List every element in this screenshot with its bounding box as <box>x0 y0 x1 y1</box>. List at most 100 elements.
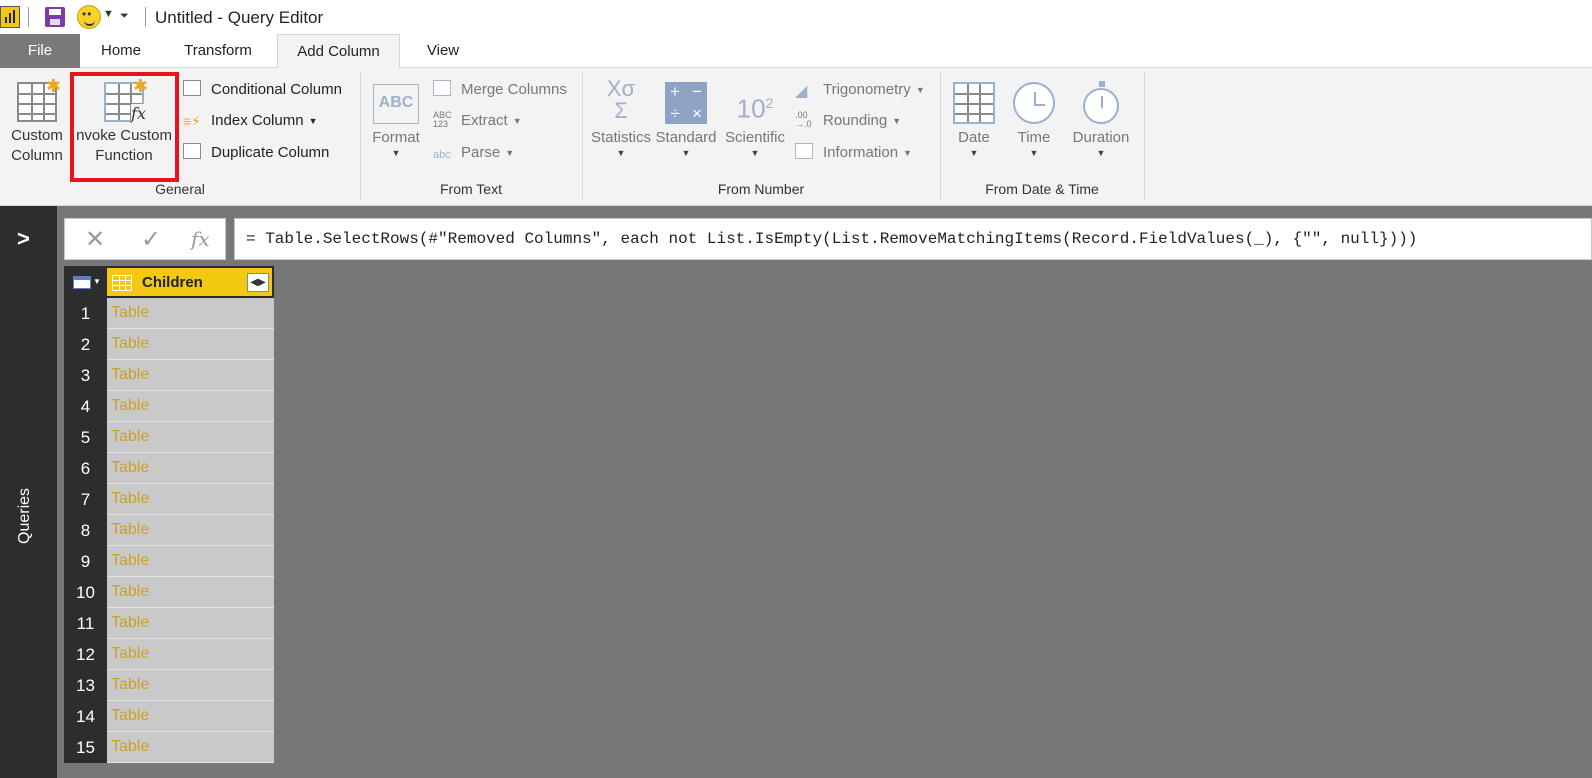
row-number[interactable]: 15 <box>64 732 107 763</box>
merge-columns-button[interactable]: Merge Columns <box>433 78 567 102</box>
conditional-column-button[interactable]: Conditional Column <box>183 78 342 102</box>
expand-queries-chevron-icon[interactable]: > <box>17 226 30 252</box>
merge-columns-label: Merge Columns <box>461 81 567 98</box>
row-number[interactable]: 5 <box>64 422 107 453</box>
trigonometry-label: Trigonometry <box>823 81 911 98</box>
chevron-down-icon: ▼ <box>1096 148 1106 158</box>
chevron-down-icon: ▼ <box>1029 148 1039 158</box>
fx-icon[interactable]: fx <box>191 227 210 251</box>
tab-file[interactable]: File <box>0 34 80 68</box>
chevron-down-icon[interactable]: ▼ <box>103 8 114 20</box>
table-row: 14 Table <box>64 701 274 732</box>
table-link-cell[interactable]: Table <box>107 639 274 670</box>
row-number[interactable]: 8 <box>64 515 107 546</box>
format-label: Format <box>372 129 420 146</box>
row-number[interactable]: 9 <box>64 546 107 577</box>
cancel-icon[interactable]: ✕ <box>85 225 105 254</box>
tab-home[interactable]: Home <box>86 34 156 68</box>
table-link-cell[interactable]: Table <box>107 298 274 329</box>
table-link-cell[interactable]: Table <box>107 422 274 453</box>
custom-column-button[interactable]: ✱ Custom Column <box>6 74 68 166</box>
row-number[interactable]: 3 <box>64 360 107 391</box>
row-number[interactable]: 6 <box>64 453 107 484</box>
chevron-down-icon: ▼ <box>681 148 691 158</box>
row-number[interactable]: 13 <box>64 670 107 701</box>
chevron-down-icon: ▼ <box>750 148 760 158</box>
standard-button[interactable]: + − ÷ × Standard ▼ <box>655 74 717 158</box>
statistics-button[interactable]: Xσ Σ Statistics ▼ <box>590 74 652 159</box>
expand-column-icon[interactable]: ◀▶ <box>247 273 269 292</box>
main-area: ✕ ✓ fx = Table.SelectRows(#"Removed Colu… <box>57 206 1592 778</box>
duplicate-column-button[interactable]: Duplicate Column <box>183 141 329 165</box>
queries-label[interactable]: Queries <box>16 488 34 544</box>
table-menu-button[interactable]: ▼ <box>64 266 107 298</box>
row-number[interactable]: 11 <box>64 608 107 639</box>
chevron-down-icon: ▼ <box>969 148 979 158</box>
index-column-icon: ≡⚡ <box>183 113 201 129</box>
duration-button[interactable]: Duration ▼ <box>1068 74 1134 158</box>
format-button[interactable]: ABC Format ▼ <box>367 74 425 158</box>
index-column-button[interactable]: ≡⚡ Index Column ▼ <box>183 109 317 133</box>
time-button[interactable]: Time ▼ <box>1008 74 1060 158</box>
table-row: 8 Table <box>64 515 274 546</box>
tab-add-column[interactable]: Add Column <box>277 34 400 69</box>
smiley-feedback-icon[interactable] <box>77 5 101 29</box>
table-link-cell[interactable]: Table <box>107 732 274 763</box>
table-icon <box>73 276 91 289</box>
table-link-cell[interactable]: Table <box>107 701 274 732</box>
table-link-cell[interactable]: Table <box>107 360 274 391</box>
formula-input[interactable]: = Table.SelectRows(#"Removed Columns", e… <box>234 218 1592 260</box>
row-number[interactable]: 14 <box>64 701 107 732</box>
table-link-cell[interactable]: Table <box>107 670 274 701</box>
column-title: Children <box>142 274 203 291</box>
tab-transform[interactable]: Transform <box>166 34 270 68</box>
custom-column-icon: ✱ <box>17 76 61 122</box>
chevron-down-icon: ▼ <box>903 148 912 159</box>
customize-toolbar-icon[interactable]: ⏷ <box>120 10 129 23</box>
group-label-general: General <box>155 181 205 197</box>
group-label-from-date-time: From Date & Time <box>985 181 1099 197</box>
rounding-button[interactable]: .00 →.0 Rounding ▼ <box>795 109 901 133</box>
duplicate-column-icon <box>183 143 205 163</box>
scientific-label: Scientific <box>724 129 786 146</box>
window-title: Untitled - Query Editor <box>155 8 324 27</box>
extract-icon: ABC 123 <box>433 110 452 129</box>
time-label: Time <box>1017 129 1051 146</box>
custom-column-label-line1: Custom <box>11 127 63 144</box>
parse-label: Parse <box>461 144 501 161</box>
chevron-down-icon: ▼ <box>505 148 515 159</box>
table-link-cell[interactable]: Table <box>107 453 274 484</box>
table-link-cell[interactable]: Table <box>107 391 274 422</box>
column-header-children[interactable]: Children ◀▶ <box>107 266 274 298</box>
table-link-cell[interactable]: Table <box>107 515 274 546</box>
extract-button[interactable]: ABC 123 Extract ▼ <box>433 109 522 133</box>
table-type-icon[interactable] <box>112 275 132 291</box>
table-link-cell[interactable]: Table <box>107 577 274 608</box>
commit-check-icon[interactable]: ✓ <box>141 225 161 254</box>
trigonometry-button[interactable]: ◢ Trigonometry ▼ <box>795 78 925 102</box>
table-link-cell[interactable]: Table <box>107 329 274 360</box>
table-row: 6 Table <box>64 453 274 484</box>
information-icon <box>795 143 817 163</box>
table-link-cell[interactable]: Table <box>107 546 274 577</box>
tab-view[interactable]: View <box>408 34 478 68</box>
ribbon: ✱ Custom Column ✱ fx nvoke Custom Functi… <box>0 68 1592 206</box>
conditional-column-label: Conditional Column <box>211 81 342 98</box>
information-button[interactable]: Information ▼ <box>795 141 912 165</box>
row-number[interactable]: 12 <box>64 639 107 670</box>
parse-button[interactable]: abc Parse ▼ <box>433 141 514 165</box>
information-label: Information <box>823 144 899 161</box>
formula-buttons: ✕ ✓ fx <box>64 218 226 260</box>
row-number[interactable]: 7 <box>64 484 107 515</box>
table-link-cell[interactable]: Table <box>107 484 274 515</box>
chevron-down-icon: ▼ <box>915 85 925 96</box>
row-number[interactable]: 1 <box>64 298 107 329</box>
date-button[interactable]: Date ▼ <box>948 74 1000 158</box>
row-number[interactable]: 4 <box>64 391 107 422</box>
scientific-button[interactable]: 102 Scientific ▼ <box>722 74 788 158</box>
save-icon[interactable] <box>45 7 65 27</box>
row-number[interactable]: 2 <box>64 329 107 360</box>
row-number[interactable]: 10 <box>64 577 107 608</box>
ribbon-tabs: File Home Transform Add Column View <box>0 34 1592 69</box>
table-link-cell[interactable]: Table <box>107 608 274 639</box>
